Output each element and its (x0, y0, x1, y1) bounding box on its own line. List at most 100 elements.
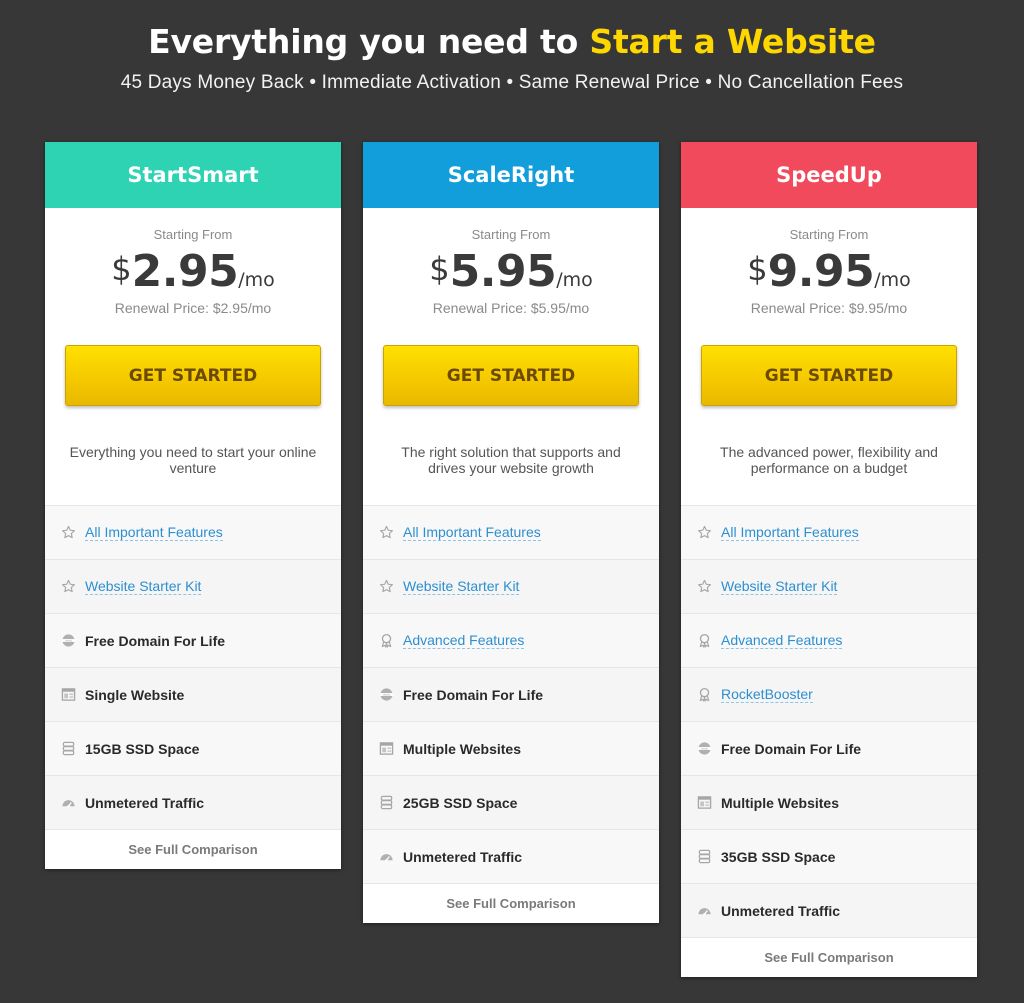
feature-label: 15GB SSD Space (85, 740, 200, 757)
feature-link[interactable]: All Important Features (85, 524, 223, 541)
feature-link[interactable]: All Important Features (721, 524, 859, 541)
get-started-label: GET STARTED (128, 365, 258, 386)
feature-label: Unmetered Traffic (403, 848, 523, 865)
renewal-price: Renewal Price: $5.95/mo (432, 300, 590, 316)
get-started-button[interactable]: GET STARTED (701, 345, 957, 406)
get-started-label: GET STARTED (446, 365, 576, 386)
database-icon (379, 795, 394, 810)
price-amount: 5.95 (449, 246, 557, 297)
feature-link[interactable]: Website Starter Kit (721, 578, 838, 595)
title-main: Everything you need to (148, 22, 590, 61)
feature-link[interactable]: All Important Features (403, 524, 541, 541)
feature-row[interactable]: Website Starter Kit (363, 559, 659, 613)
price-period: /mo (556, 269, 593, 291)
database-icon (697, 849, 712, 864)
feature-label: Unmetered Traffic (721, 902, 841, 919)
starting-from-label: Starting From (471, 227, 551, 242)
svg-text:www: www (701, 747, 709, 751)
see-full-comparison-link[interactable]: See Full Comparison (363, 883, 659, 923)
plan-header: ScaleRight (363, 142, 659, 208)
feature-link[interactable]: Advanced Features (721, 632, 843, 649)
feature-row: www Free Domain For Life (45, 613, 341, 667)
compare-label: See Full Comparison (128, 842, 258, 857)
feature-list: All Important Features Website Starter K… (681, 505, 977, 937)
star-icon (379, 579, 394, 594)
speedometer-icon (379, 849, 394, 864)
feature-row[interactable]: RocketBooster (681, 667, 977, 721)
feature-link[interactable]: Website Starter Kit (403, 578, 520, 595)
feature-row[interactable]: All Important Features (681, 505, 977, 559)
plan-name: ScaleRight (447, 163, 575, 187)
title-highlight: Start a Website (589, 22, 876, 61)
feature-row: 25GB SSD Space (363, 775, 659, 829)
compare-label: See Full Comparison (764, 950, 894, 965)
svg-text:www: www (65, 639, 73, 643)
award-icon (379, 633, 394, 648)
plan-card-speedup: SpeedUp Starting From $9.95/mo Renewal P… (681, 142, 977, 977)
feature-label: 25GB SSD Space (403, 794, 518, 811)
feature-row[interactable]: All Important Features (363, 505, 659, 559)
domain-icon: www (61, 633, 76, 648)
award-icon (697, 633, 712, 648)
see-full-comparison-link[interactable]: See Full Comparison (681, 937, 977, 977)
renewal-price: Renewal Price: $2.95/mo (114, 300, 272, 316)
price-period: /mo (874, 269, 911, 291)
plan-description: The right solution that supports and dri… (401, 444, 621, 476)
feature-row[interactable]: Website Starter Kit (681, 559, 977, 613)
feature-label: Free Domain For Life (403, 686, 544, 703)
get-started-button[interactable]: GET STARTED (383, 345, 639, 406)
feature-row: Unmetered Traffic (45, 775, 341, 829)
feature-row: 15GB SSD Space (45, 721, 341, 775)
feature-link[interactable]: RocketBooster (721, 686, 813, 703)
starting-from-label: Starting From (153, 227, 233, 242)
website-icon (697, 795, 712, 810)
feature-row[interactable]: All Important Features (45, 505, 341, 559)
star-icon (61, 525, 76, 540)
plan-name: StartSmart (127, 163, 259, 187)
feature-link[interactable]: Website Starter Kit (85, 578, 202, 595)
plan-pricing: Starting From $9.95/mo Renewal Price: $9… (681, 208, 977, 505)
compare-label: See Full Comparison (446, 896, 576, 911)
page-title: Everything you need to Start a Website (0, 22, 1024, 61)
domain-icon: www (697, 741, 712, 756)
website-icon (61, 687, 76, 702)
feature-row[interactable]: Website Starter Kit (45, 559, 341, 613)
see-full-comparison-link[interactable]: See Full Comparison (45, 829, 341, 869)
star-icon (697, 579, 712, 594)
plan-name: SpeedUp (776, 163, 882, 187)
award-icon (697, 687, 712, 702)
feature-label: Multiple Websites (403, 740, 521, 757)
feature-row[interactable]: Advanced Features (681, 613, 977, 667)
renewal-price: Renewal Price: $9.95/mo (750, 300, 908, 316)
plan-description: The advanced power, flexibility and perf… (720, 444, 938, 476)
star-icon (379, 525, 394, 540)
plan-header: StartSmart (45, 142, 341, 208)
speedometer-icon (697, 903, 712, 918)
feature-row: 35GB SSD Space (681, 829, 977, 883)
feature-label: Free Domain For Life (85, 632, 226, 649)
feature-row: www Free Domain For Life (363, 667, 659, 721)
price-period: /mo (238, 269, 275, 291)
feature-link[interactable]: Advanced Features (403, 632, 525, 649)
feature-row: Multiple Websites (363, 721, 659, 775)
get-started-label: GET STARTED (764, 365, 894, 386)
feature-list: All Important Features Website Starter K… (45, 505, 341, 829)
plan-description: Everything you need to start your online… (69, 444, 317, 476)
get-started-button[interactable]: GET STARTED (65, 345, 321, 406)
feature-row: www Free Domain For Life (681, 721, 977, 775)
price-currency: $ (747, 250, 768, 288)
svg-text:www: www (383, 693, 391, 697)
plan-price: $5.95/mo (363, 246, 659, 297)
feature-row: Unmetered Traffic (363, 829, 659, 883)
plan-header: SpeedUp (681, 142, 977, 208)
feature-row[interactable]: Advanced Features (363, 613, 659, 667)
domain-icon: www (379, 687, 394, 702)
speedometer-icon (61, 795, 76, 810)
plan-card-startsmart: StartSmart Starting From $2.95/mo Renewa… (45, 142, 341, 869)
plan-pricing: Starting From $2.95/mo Renewal Price: $2… (45, 208, 341, 505)
price-currency: $ (429, 250, 450, 288)
plan-price: $9.95/mo (681, 246, 977, 297)
plan-pricing: Starting From $5.95/mo Renewal Price: $5… (363, 208, 659, 505)
starting-from-label: Starting From (789, 227, 869, 242)
feature-label: Multiple Websites (721, 794, 839, 811)
